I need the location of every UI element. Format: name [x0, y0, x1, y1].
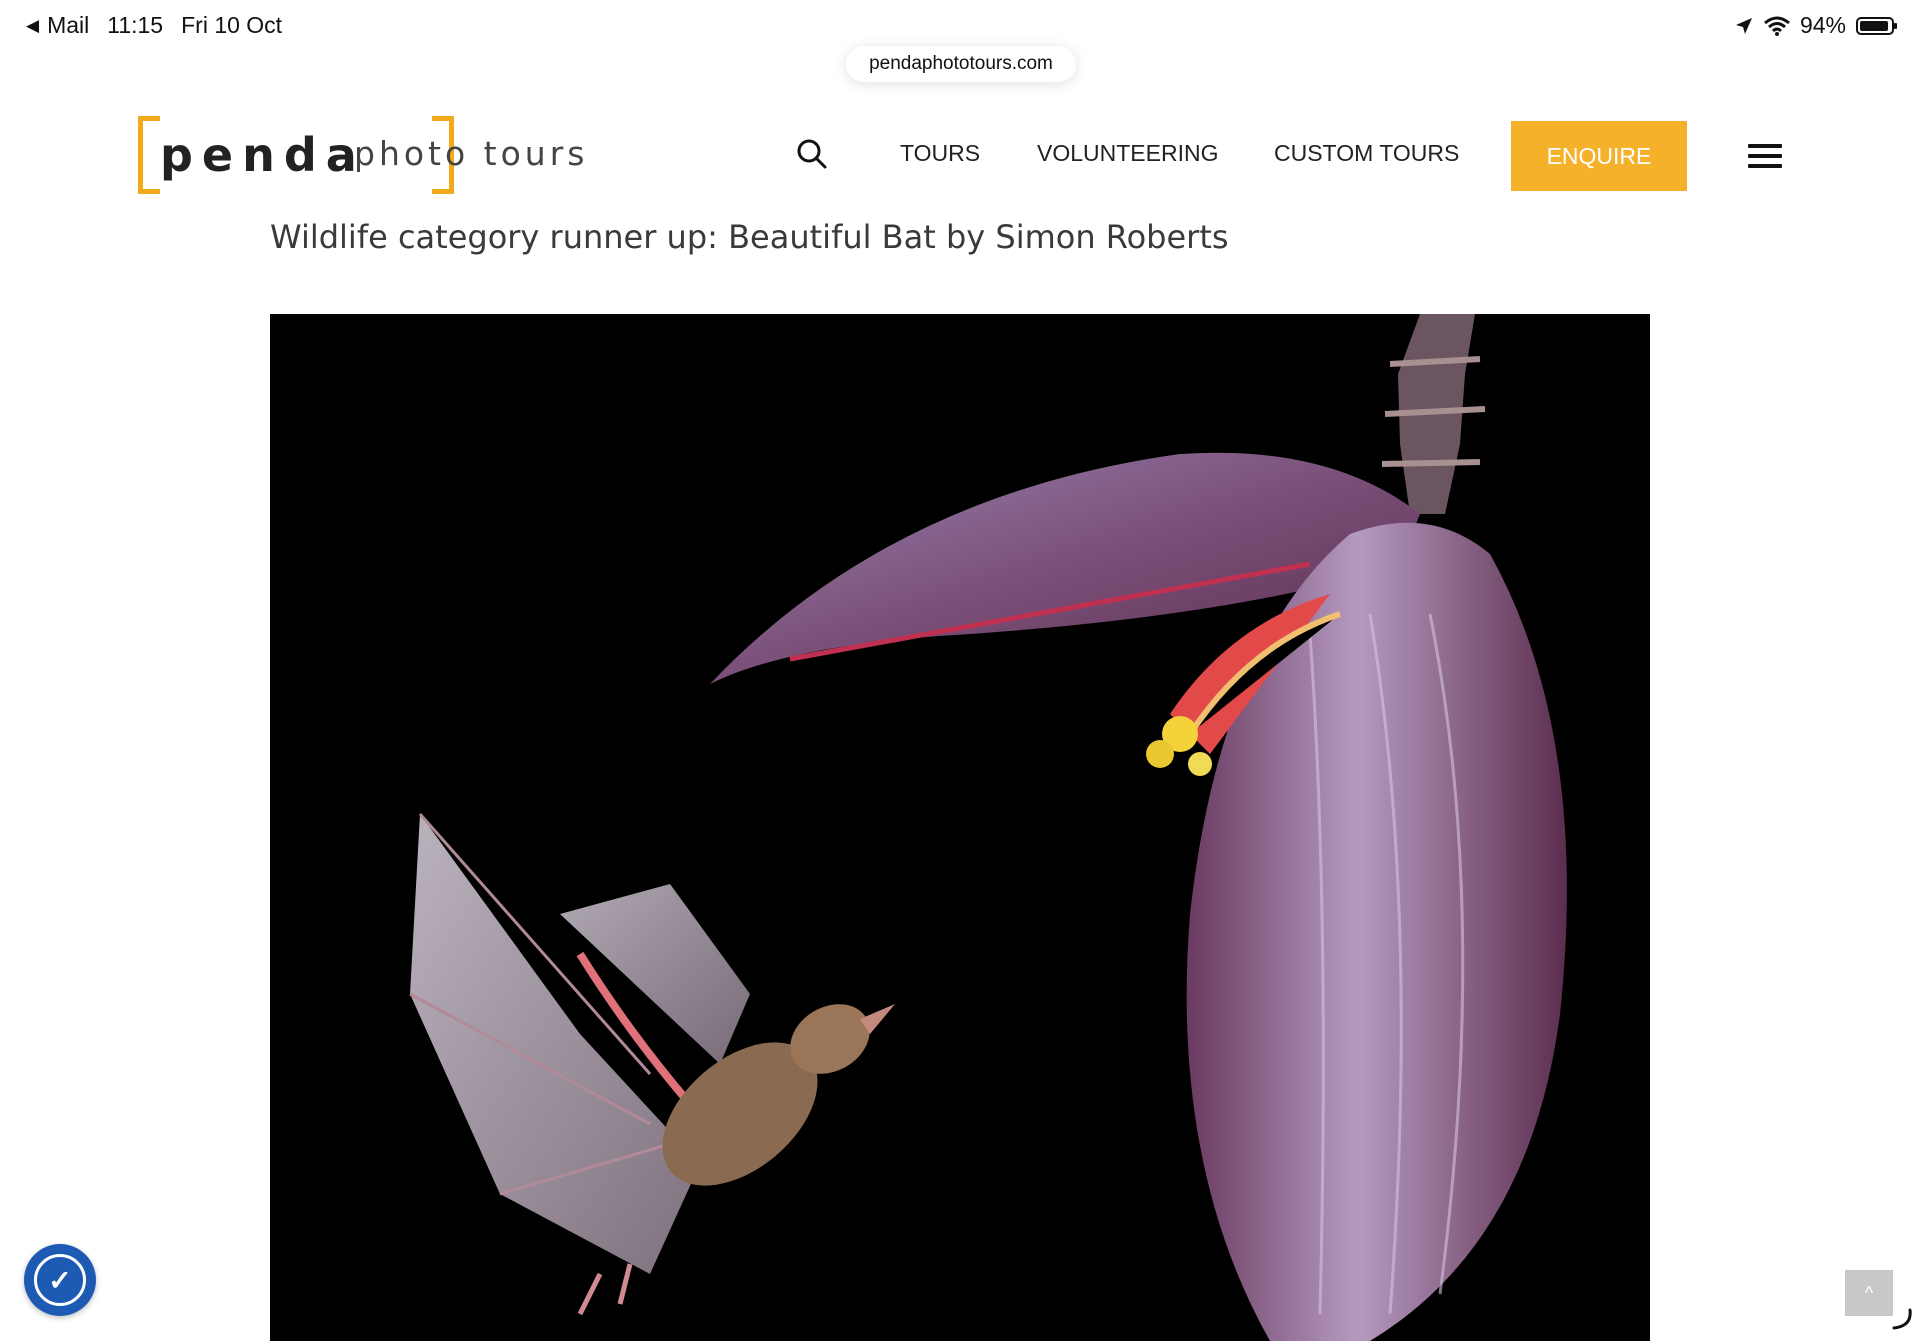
- nav-tours[interactable]: TOURS: [900, 140, 980, 167]
- battery-percent: 94%: [1799, 12, 1846, 38]
- logo-main-text: penda: [160, 128, 366, 182]
- back-app-label[interactable]: Mail: [47, 12, 89, 39]
- battery-icon: [1856, 16, 1897, 35]
- url-bar[interactable]: pendaphototours.com: [846, 46, 1076, 82]
- site-header: penda photo tours TOURS VOLUNTEERING CUS…: [0, 100, 1920, 210]
- status-right: 94%: [1734, 12, 1897, 39]
- nav-custom-tours[interactable]: CUSTOM TOURS: [1274, 140, 1459, 167]
- status-time: 11:15: [107, 12, 164, 38]
- scroll-to-top-button[interactable]: ^: [1845, 1270, 1893, 1316]
- location-arrow-icon: [1735, 17, 1752, 34]
- enquire-button[interactable]: ENQUIRE: [1511, 121, 1687, 191]
- article-headline: Wildlife category runner up: Beautiful B…: [270, 218, 1229, 256]
- loading-spinner-icon: [1892, 1308, 1912, 1330]
- wifi-icon: [1763, 16, 1790, 36]
- accessibility-button[interactable]: ✓: [24, 1244, 96, 1316]
- bat-and-flower-image: [270, 314, 1650, 1341]
- site-logo[interactable]: penda photo tours: [138, 116, 584, 198]
- back-arrow-icon[interactable]: ◀: [26, 16, 39, 36]
- status-bar: ◀ Mail 11:15 Fri 10 Oct 94%: [0, 0, 1920, 52]
- logo-sub-text: photo tours: [354, 134, 589, 173]
- status-left: ◀ Mail 11:15 Fri 10 Oct: [26, 12, 282, 39]
- chevron-up-icon: ^: [1864, 1282, 1874, 1303]
- accessibility-icon: ✓: [34, 1254, 86, 1306]
- status-date: Fri 10 Oct: [181, 12, 283, 38]
- nav-volunteering[interactable]: VOLUNTEERING: [1037, 140, 1218, 167]
- article-photo: [270, 314, 1650, 1341]
- search-icon[interactable]: [796, 138, 828, 170]
- logo-bracket-left: [138, 116, 160, 194]
- hamburger-menu-icon[interactable]: [1748, 144, 1782, 168]
